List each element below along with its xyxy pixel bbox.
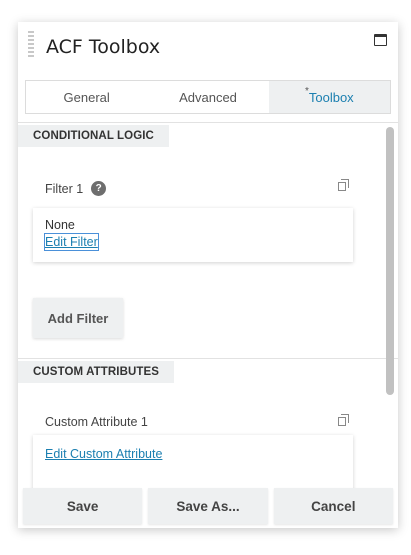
filter-card: None Edit Filter bbox=[33, 208, 353, 262]
panel-header[interactable]: ACF Toolbox bbox=[18, 22, 398, 74]
settings-panel: ACF Toolbox General Advanced * Toolbox CO… bbox=[18, 22, 398, 528]
panel-footer: Save Save As... Cancel bbox=[23, 488, 393, 524]
tab-general[interactable]: General bbox=[26, 81, 147, 113]
panel-title: ACF Toolbox bbox=[46, 36, 161, 58]
section-heading-custom-attributes: CUSTOM ATTRIBUTES bbox=[18, 361, 175, 383]
maximize-window-icon[interactable] bbox=[374, 34, 387, 46]
filter-value: None bbox=[45, 218, 75, 232]
custom-attribute-label-text: Custom Attribute 1 bbox=[45, 415, 148, 429]
save-button[interactable]: Save bbox=[23, 488, 143, 524]
tab-bar: General Advanced * Toolbox bbox=[25, 80, 391, 114]
tab-label: Toolbox bbox=[308, 89, 354, 105]
tab-advanced[interactable]: Advanced bbox=[147, 81, 268, 113]
filter-field-label: Filter 1 ? bbox=[45, 181, 107, 196]
custom-attribute-field-label: Custom Attribute 1 bbox=[45, 415, 148, 429]
tab-label: General bbox=[63, 89, 110, 105]
scrollbar[interactable] bbox=[386, 127, 394, 467]
tab-label: Advanced bbox=[179, 89, 237, 105]
section-heading-conditional-logic: CONDITIONAL LOGIC bbox=[18, 125, 169, 147]
edit-custom-attribute-link[interactable]: Edit Custom Attribute bbox=[45, 446, 162, 462]
edit-filter-link[interactable]: Edit Filter bbox=[44, 233, 99, 251]
help-icon[interactable]: ? bbox=[91, 181, 107, 196]
custom-attribute-card: Edit Custom Attribute bbox=[33, 435, 353, 488]
copy-icon[interactable] bbox=[338, 179, 349, 191]
cancel-button[interactable]: Cancel bbox=[273, 488, 393, 524]
drag-grip-icon[interactable] bbox=[28, 31, 34, 59]
section-divider bbox=[18, 358, 398, 359]
modified-marker: * bbox=[304, 85, 309, 97]
settings-content: CONDITIONAL LOGIC Filter 1 ? None Edit F… bbox=[18, 122, 398, 488]
tab-toolbox[interactable]: * Toolbox bbox=[268, 81, 390, 113]
add-filter-button[interactable]: Add Filter bbox=[33, 298, 123, 338]
copy-icon[interactable] bbox=[338, 414, 349, 426]
filter-label-text: Filter 1 bbox=[45, 181, 84, 196]
save-as-button[interactable]: Save As... bbox=[148, 488, 268, 524]
scrollbar-thumb[interactable] bbox=[386, 127, 394, 395]
